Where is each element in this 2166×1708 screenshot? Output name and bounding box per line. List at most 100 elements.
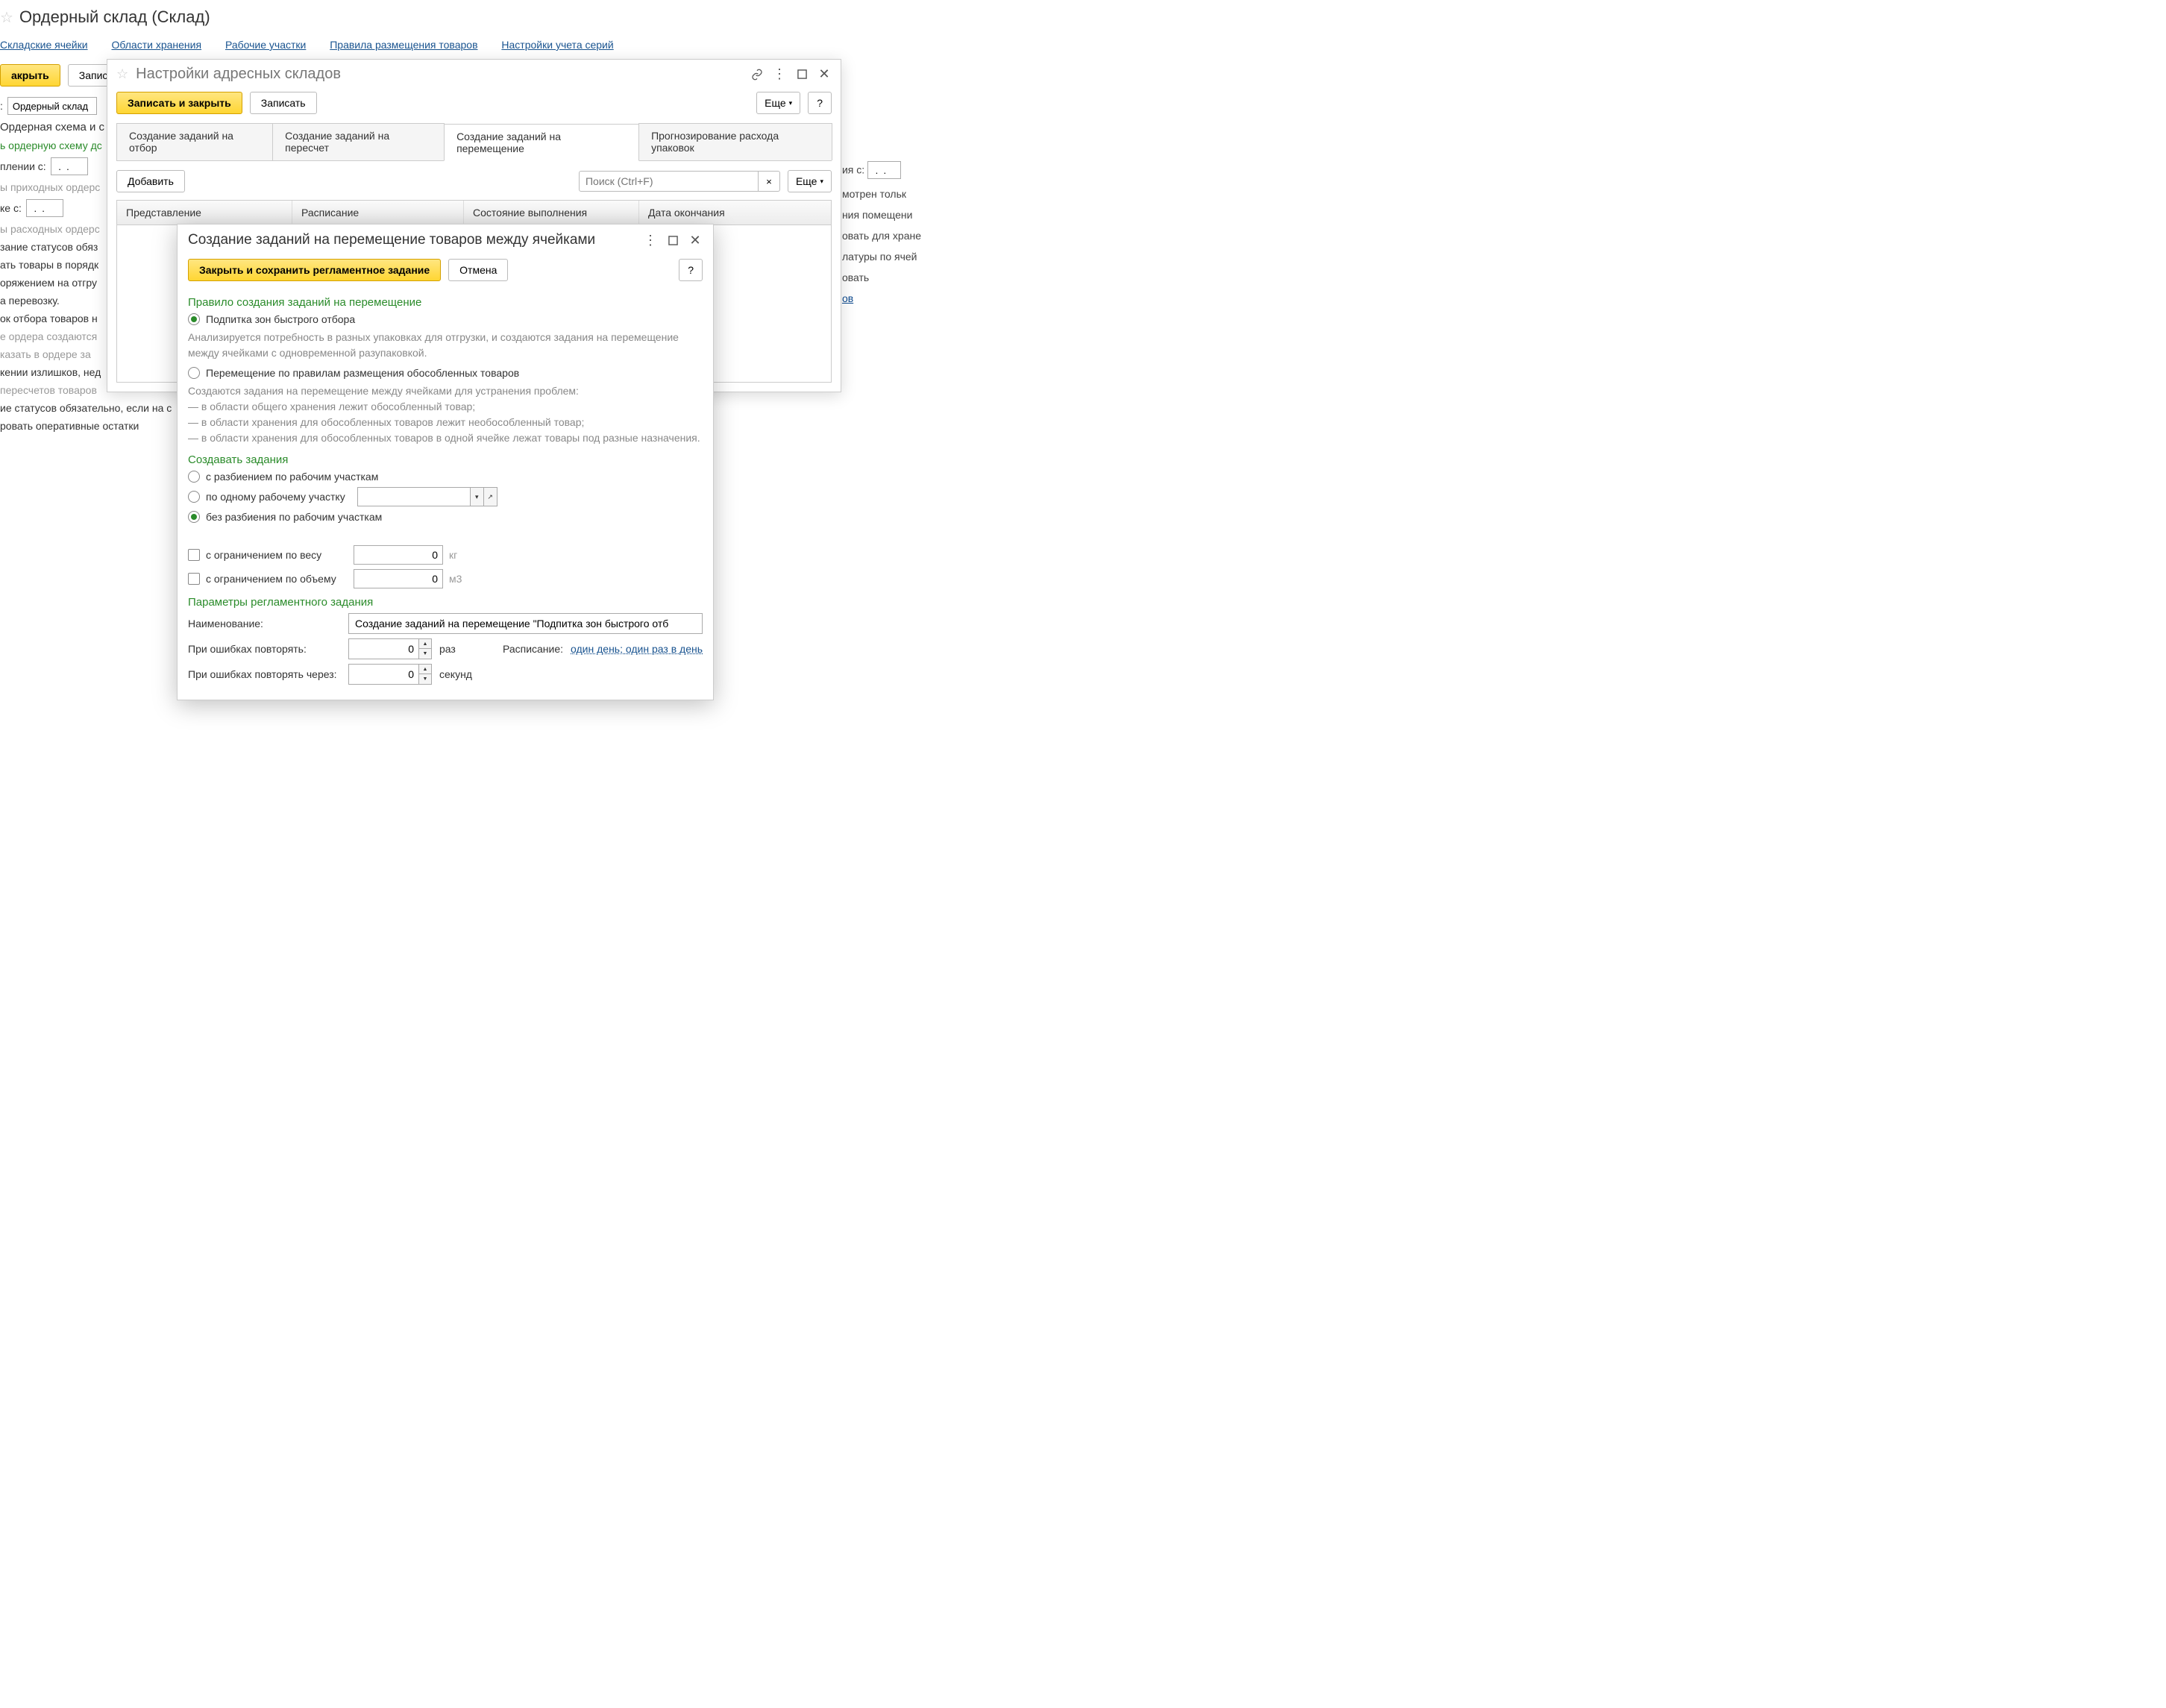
radio-replenish-label: Подпитка зон быстрого отбора — [206, 313, 355, 325]
nav-links: Складские ячейки Области хранения Рабочи… — [0, 34, 921, 61]
tab-movement[interactable]: Создание заданий на перемещение — [444, 124, 639, 161]
schedule-link[interactable]: один день; один раз в день — [571, 643, 703, 655]
retry-input[interactable] — [348, 638, 419, 659]
star-icon[interactable]: ☆ — [0, 8, 13, 27]
bg-text5b: а перевозку. — [0, 295, 60, 307]
name-input[interactable] — [348, 613, 703, 634]
spinner-down-icon[interactable]: ▼ — [419, 674, 431, 684]
close-icon[interactable]: ✕ — [817, 67, 832, 82]
desc-placement: Создаются задания на перемещение между я… — [188, 383, 703, 446]
bg-text7: е ордера создаются — [0, 330, 97, 342]
warehouse-input[interactable] — [7, 97, 97, 115]
menu-icon[interactable]: ⋮ — [772, 67, 787, 82]
retry-label: При ошибках повторять: — [188, 643, 341, 655]
spinner-up-icon[interactable]: ▲ — [419, 639, 431, 649]
close-button[interactable]: акрыть — [0, 64, 60, 87]
star-icon[interactable]: ☆ — [116, 66, 128, 82]
retry-after-unit: секунд — [439, 668, 472, 680]
window-title: Настройки адресных складов — [136, 66, 742, 83]
bg-text2: ы расходных ордерс — [0, 223, 100, 235]
tab-selection[interactable]: Создание заданий на отбор — [116, 123, 273, 160]
col-end-date[interactable]: Дата окончания — [639, 201, 831, 225]
radio-split-areas[interactable] — [188, 471, 200, 483]
save-close-button[interactable]: Закрыть и сохранить регламентное задание — [188, 259, 441, 281]
nav-placement-rules[interactable]: Правила размещения товаров — [330, 39, 477, 51]
bg-text3: зание статусов обяз — [0, 241, 98, 253]
right-c-label: ия с: — [842, 164, 864, 176]
nav-cells[interactable]: Складские ячейки — [0, 39, 88, 51]
maximize-icon[interactable] — [794, 67, 809, 82]
tab-forecast[interactable]: Прогнозирование расхода упаковок — [638, 123, 832, 160]
checkbox-volume[interactable] — [188, 573, 200, 585]
more-button-2[interactable]: Еще ▾ — [788, 170, 832, 192]
movement-dialog: Создание заданий на перемещение товаров … — [177, 224, 714, 700]
retry-unit: раз — [439, 643, 456, 655]
dropdown-icon[interactable]: ▾ — [470, 488, 483, 506]
nav-work-areas[interactable]: Рабочие участки — [225, 39, 306, 51]
spinner-up-icon[interactable]: ▲ — [419, 665, 431, 674]
open-icon[interactable]: ↗ — [483, 488, 497, 506]
right6-link[interactable]: ов — [842, 292, 853, 304]
bg-text10: пересчетов товаров — [0, 384, 97, 396]
dialog-title: Создание заданий на перемещение товаров … — [188, 232, 635, 248]
close-icon[interactable]: ✕ — [688, 233, 703, 248]
right-date-input[interactable] — [867, 161, 901, 179]
right5: овать — [842, 271, 921, 283]
radio-no-split[interactable] — [188, 511, 200, 523]
section-heading: Ордерная схема и с — [0, 121, 104, 134]
save-close-button[interactable]: Записать и закрыть — [116, 92, 242, 114]
write-button[interactable]: Записать — [250, 92, 317, 114]
bg-text4: ать товары в порядк — [0, 259, 98, 271]
radio-placement-rules-label: Перемещение по правилам размещения обосо… — [206, 367, 519, 379]
nav-storage-areas[interactable]: Области хранения — [111, 39, 201, 51]
desc-replenish: Анализируется потребность в разных упако… — [188, 330, 703, 361]
add-button[interactable]: Добавить — [116, 170, 185, 192]
right3: овать для хране — [842, 230, 921, 242]
bg-text5: оряжением на отгру — [0, 277, 97, 289]
work-area-select[interactable] — [358, 488, 470, 506]
spinner-down-icon[interactable]: ▼ — [419, 649, 431, 659]
menu-icon[interactable]: ⋮ — [643, 233, 658, 248]
weight-label: с ограничением по весу — [206, 549, 348, 561]
radio-one-area[interactable] — [188, 491, 200, 503]
search-clear-button[interactable]: × — [759, 171, 780, 192]
col-status[interactable]: Состояние выполнения — [464, 201, 639, 225]
cancel-button[interactable]: Отмена — [448, 259, 508, 281]
col-representation[interactable]: Представление — [117, 201, 292, 225]
bg-text6: ок отбора товаров н — [0, 313, 98, 324]
col-schedule[interactable]: Расписание — [292, 201, 464, 225]
volume-unit: м3 — [449, 573, 462, 585]
weight-unit: кг — [449, 549, 457, 561]
bg-text1: ы приходных ордерс — [0, 181, 100, 193]
search-input[interactable] — [579, 171, 759, 192]
volume-input[interactable] — [354, 569, 443, 588]
bg-text8: казать в ордере за — [0, 348, 91, 360]
more-button[interactable]: Еще ▾ — [756, 92, 800, 114]
checkbox-weight[interactable] — [188, 549, 200, 561]
date-input-2[interactable] — [26, 199, 63, 217]
name-label: Наименование: — [188, 618, 341, 629]
radio-split-areas-label: с разбиением по рабочим участкам — [206, 471, 378, 483]
weight-input[interactable] — [354, 545, 443, 565]
retry-after-input[interactable] — [348, 664, 419, 685]
label-c2: ке с: — [0, 202, 22, 214]
schedule-label: Расписание: — [503, 643, 563, 655]
radio-placement-rules[interactable] — [188, 367, 200, 379]
help-button[interactable]: ? — [808, 92, 832, 114]
retry-after-label: При ошибках повторять через: — [188, 668, 341, 680]
radio-one-area-label: по одному рабочему участку — [206, 491, 345, 503]
bg-text12: ровать оперативные остатки — [0, 420, 139, 432]
radio-replenish[interactable] — [188, 313, 200, 325]
page-title: Ордерный склад (Склад) — [19, 7, 210, 27]
bg-text9: кении излишков, нед — [0, 366, 101, 378]
right1: мотрен тольк — [842, 188, 921, 200]
link-icon[interactable] — [750, 67, 765, 82]
date-input-1[interactable] — [51, 157, 88, 175]
nav-series-settings[interactable]: Настройки учета серий — [501, 39, 613, 51]
tab-recount[interactable]: Создание заданий на пересчет — [272, 123, 445, 160]
right2: ния помещени — [842, 209, 921, 221]
maximize-icon[interactable] — [665, 233, 680, 248]
section-create: Создавать задания — [188, 453, 703, 466]
help-button[interactable]: ? — [679, 259, 703, 281]
section-rule: Правило создания заданий на перемещение — [188, 296, 703, 309]
